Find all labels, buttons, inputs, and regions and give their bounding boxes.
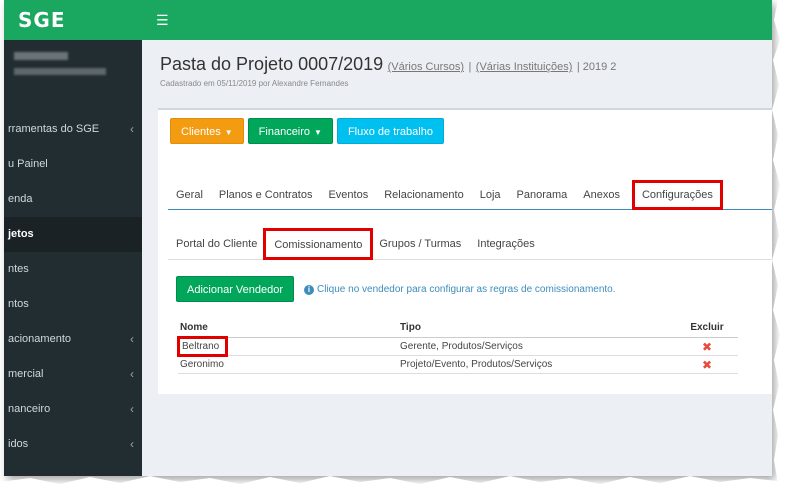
tab-relacionamento[interactable]: Relacionamento — [376, 180, 472, 209]
cursos-link[interactable]: (Vários Cursos) — [388, 61, 464, 73]
info-icon: i — [304, 284, 315, 295]
vendor-type: Projeto/Evento, Produtos/Serviços — [400, 359, 553, 370]
chevron-left-icon: ‹ — [130, 332, 134, 346]
caret-down-icon: ▼ — [224, 128, 233, 137]
page-subtitle: Cadastrado em 05/11/2019 por Alexandre F… — [160, 79, 349, 88]
delete-x-icon[interactable]: ✖ — [702, 358, 712, 372]
project-box: Clientes ▼ Financeiro ▼ Fluxo de trabalho … — [158, 108, 772, 394]
fluxo-trabalho-button[interactable]: Fluxo de trabalho — [336, 118, 444, 144]
subtab-grupos-turmas[interactable]: Grupos / Turmas — [371, 228, 469, 259]
vendor-type: Gerente, Produtos/Serviços — [400, 341, 523, 352]
sidebar-item-comercial[interactable]: mercial ‹ — [4, 357, 142, 392]
chevron-left-icon: ‹ — [130, 402, 134, 416]
hamburger-menu-icon[interactable]: ☰ — [156, 12, 169, 29]
tab-planos-contratos[interactable]: Planos e Contratos — [211, 180, 321, 209]
sidebar-item-projetos[interactable]: jetos — [4, 217, 142, 252]
chevron-left-icon: ‹ — [130, 437, 134, 451]
header-nome: Nome — [180, 322, 208, 333]
add-vendor-button[interactable]: Adicionar Vendedor — [176, 276, 295, 302]
subtab-integracoes[interactable]: Integrações — [469, 228, 542, 259]
subtab-portal-cliente[interactable]: Portal do Cliente — [168, 228, 265, 259]
vendor-name[interactable]: Beltrano — [176, 336, 229, 357]
header-excluir: Excluir — [690, 322, 724, 333]
sidebar-item-financeiro[interactable]: nanceiro ‹ — [4, 392, 142, 427]
chevron-left-icon: ‹ — [130, 122, 134, 136]
tab-eventos[interactable]: Eventos — [320, 180, 376, 209]
torn-edge-right — [772, 0, 786, 490]
sidebar-item-pedidos[interactable]: idos ‹ — [4, 427, 142, 462]
app-logo: SGE — [18, 8, 66, 32]
main-content: Pasta do Projeto 0007/2019 (Vários Curso… — [142, 40, 772, 476]
financeiro-dropdown-button[interactable]: Financeiro ▼ — [247, 118, 333, 144]
torn-edge-bottom — [0, 476, 786, 490]
sidebar: rramentas do SGE ‹ u Painel enda jetos nt… — [4, 40, 142, 476]
vendor-name[interactable]: Geronimo — [178, 359, 400, 370]
chevron-left-icon: ‹ — [130, 367, 134, 381]
delete-x-icon[interactable]: ✖ — [702, 340, 712, 354]
user-info-blurred — [14, 68, 106, 75]
sidebar-item-clientes[interactable]: ntes — [4, 252, 142, 287]
caret-down-icon: ▼ — [314, 128, 322, 137]
config-subtabs: Portal do Cliente Comissionamento Grupos… — [168, 228, 772, 260]
header-tipo: Tipo — [400, 322, 421, 333]
info-message: i Clique no vendedor para configurar as r… — [304, 284, 616, 295]
page-title: Pasta do Projeto 0007/2019 — [160, 54, 384, 74]
clientes-dropdown-button[interactable]: Clientes ▼ — [170, 118, 244, 144]
instituicoes-link[interactable]: (Várias Instituições) — [476, 61, 573, 73]
year-label: | 2019 2 — [576, 61, 617, 73]
user-name-blurred — [14, 52, 68, 60]
main-tabs: Geral Planos e Contratos Eventos Relacio… — [168, 180, 772, 210]
table-row[interactable]: Geronimo Projeto/Evento, Produtos/Serviç… — [178, 356, 738, 374]
app-window: SGE ☰ rramentas do SGE ‹ u Painel enda je… — [4, 0, 772, 476]
subtab-comissionamento[interactable]: Comissionamento — [263, 228, 374, 260]
sidebar-item-ferramentas[interactable]: rramentas do SGE ‹ — [4, 112, 142, 147]
table-header: Nome Tipo Excluir — [178, 318, 738, 338]
sidebar-item-relacionamento[interactable]: acionamento ‹ — [4, 322, 142, 357]
sidebar-menu: rramentas do SGE ‹ u Painel enda jetos nt… — [4, 112, 142, 462]
tab-loja[interactable]: Loja — [472, 180, 509, 209]
table-row[interactable]: Beltrano Gerente, Produtos/Serviços ✖ — [176, 336, 738, 357]
sidebar-item-agenda[interactable]: enda — [4, 182, 142, 217]
toolbar: Clientes ▼ Financeiro ▼ Fluxo de trabalho — [170, 118, 444, 144]
tab-anexos[interactable]: Anexos — [575, 180, 628, 209]
vendor-actions: Adicionar Vendedor i Clique no vendedor p… — [176, 276, 616, 302]
tab-configuracoes[interactable]: Configurações — [631, 180, 723, 210]
tab-panorama[interactable]: Panorama — [509, 180, 576, 209]
vendors-table: Nome Tipo Excluir Beltrano Gerente, Prod… — [176, 318, 738, 374]
top-bar: SGE ☰ — [4, 0, 772, 40]
tab-geral[interactable]: Geral — [168, 180, 211, 209]
page-header: Pasta do Projeto 0007/2019 (Vários Curso… — [160, 54, 617, 88]
sidebar-item-painel[interactable]: u Painel — [4, 147, 142, 182]
sidebar-item-eventos[interactable]: ntos — [4, 287, 142, 322]
user-panel — [4, 40, 142, 92]
